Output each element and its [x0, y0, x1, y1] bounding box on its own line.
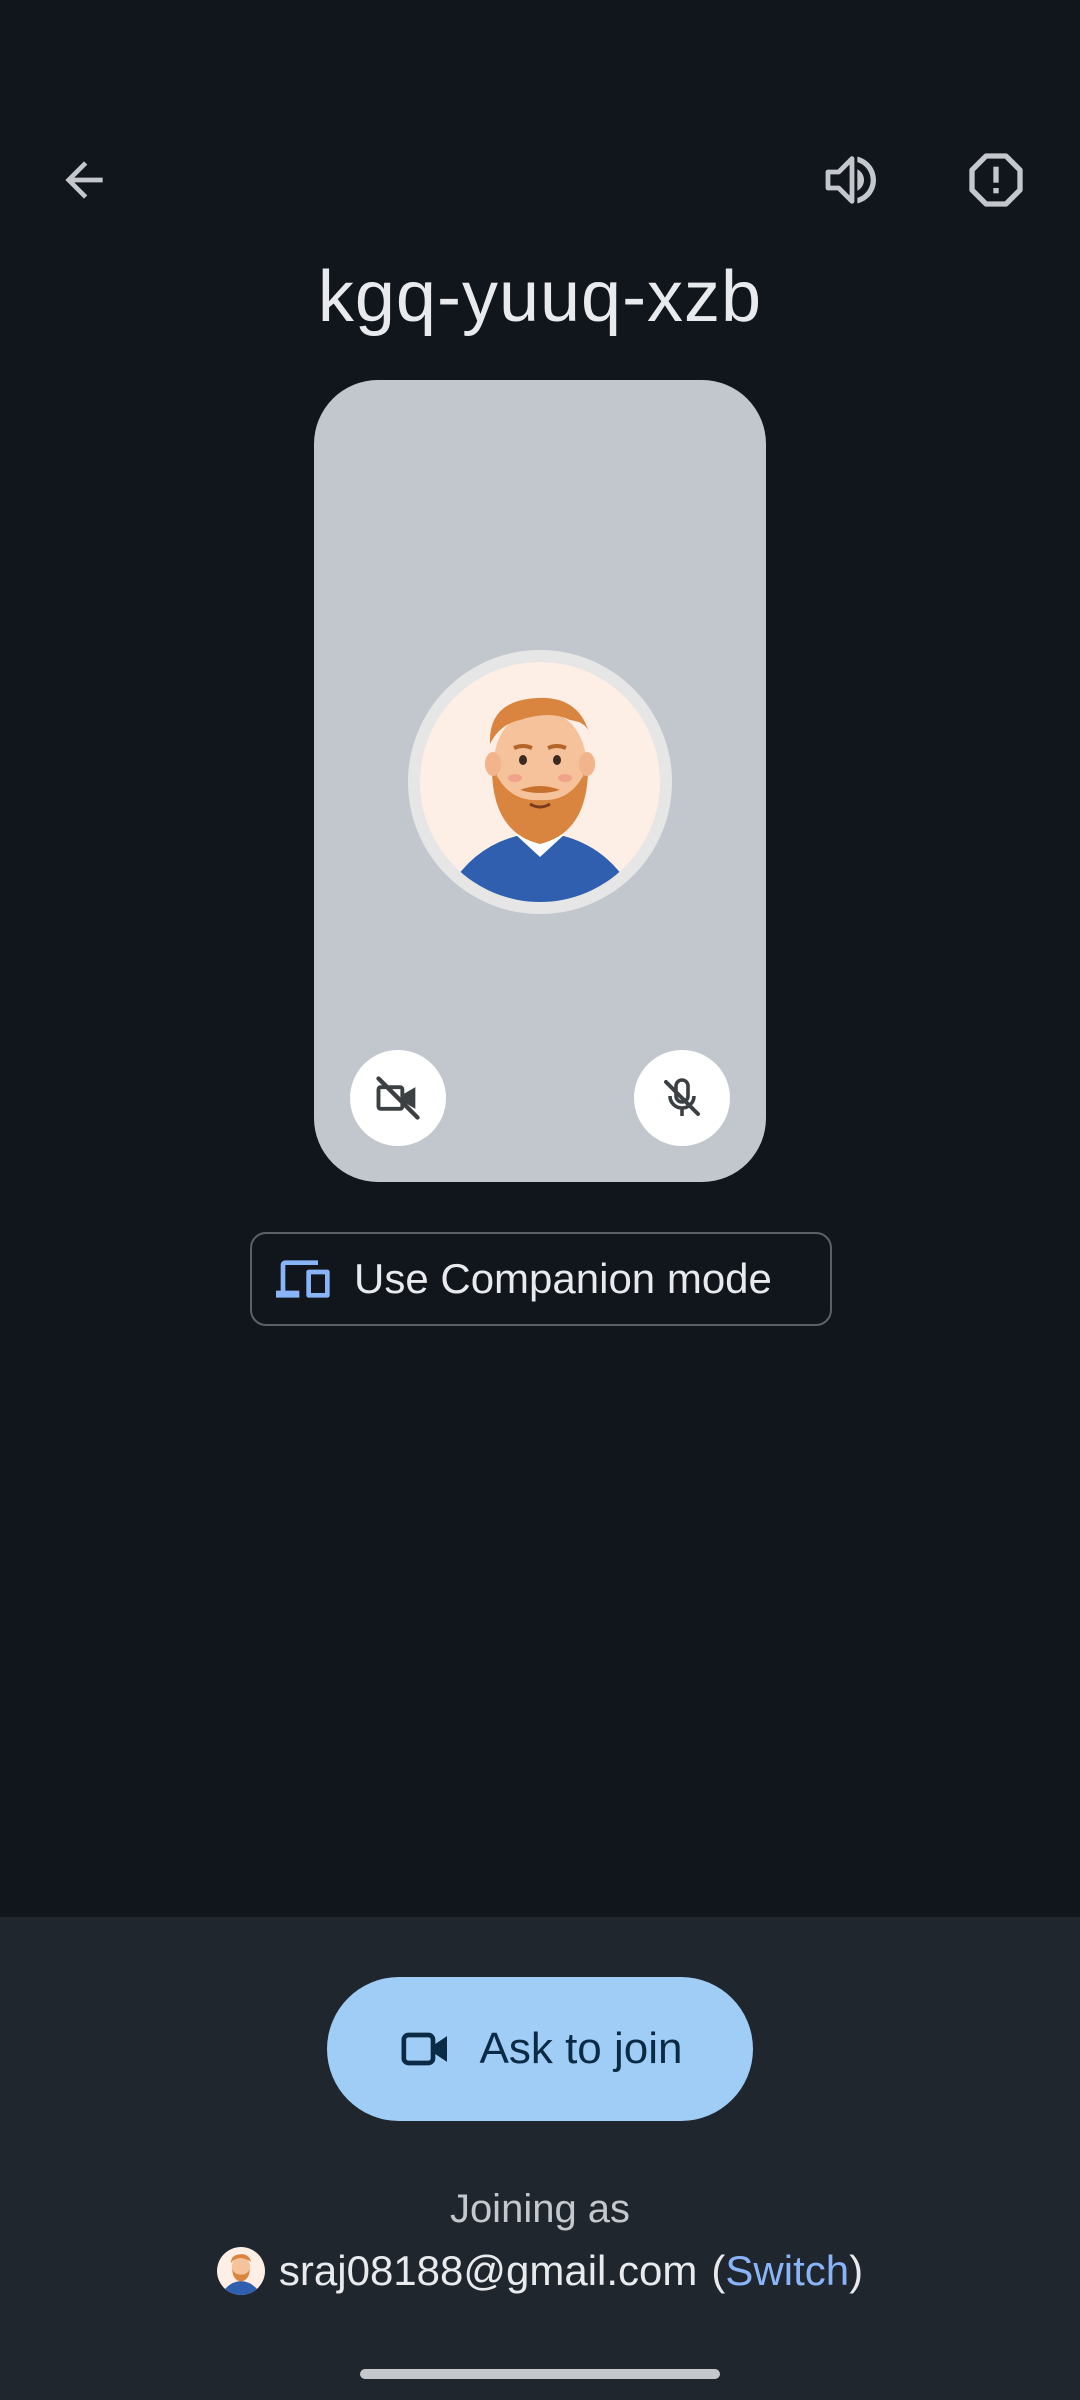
avatar-illustration [420, 662, 660, 902]
volume-up-icon [825, 156, 876, 204]
joining-as-label: Joining as [449, 2187, 631, 2231]
account-avatar [216, 2247, 265, 2295]
ask-to-join-button[interactable]: Ask to join [327, 1977, 753, 2121]
videocam-outline-icon [398, 2021, 454, 2077]
account-row: sraj08188@gmail.com ( Switch ) [0, 2247, 1080, 2295]
audio-output-button[interactable] [804, 132, 900, 228]
ask-to-join-label: Ask to join [479, 2024, 683, 2073]
switch-account-link[interactable]: Switch [725, 2247, 849, 2295]
gesture-nav-handle[interactable] [360, 2369, 720, 2379]
meet-prejoin-screen: kgq-yuuq-xzb Use Companion mode Ask to j… [0, 0, 1080, 2400]
microphone-toggle-button[interactable] [634, 1050, 730, 1146]
companion-mode-label: Use Companion mode [354, 1255, 772, 1302]
meeting-code: kgq-yuuq-xzb [317, 257, 763, 337]
videocam-off-icon [376, 1076, 420, 1120]
account-email: sraj08188@gmail.com [278, 2247, 698, 2294]
report-problem-button[interactable] [948, 132, 1044, 228]
self-preview-card [314, 380, 766, 1182]
user-avatar [408, 650, 672, 914]
arrow-back-icon [65, 161, 103, 199]
report-octagon-icon [969, 153, 1023, 207]
mic-off-icon [664, 1078, 700, 1116]
join-panel: Ask to join Joining as sraj08188@gmail.c… [0, 1917, 1080, 2400]
switch-close-paren: ) [849, 2247, 864, 2294]
companion-mode-button[interactable]: Use Companion mode [250, 1232, 832, 1326]
devices-icon [276, 1251, 332, 1307]
camera-toggle-button[interactable] [350, 1050, 446, 1146]
back-button[interactable] [36, 132, 132, 228]
switch-open-paren: ( [711, 2247, 726, 2294]
